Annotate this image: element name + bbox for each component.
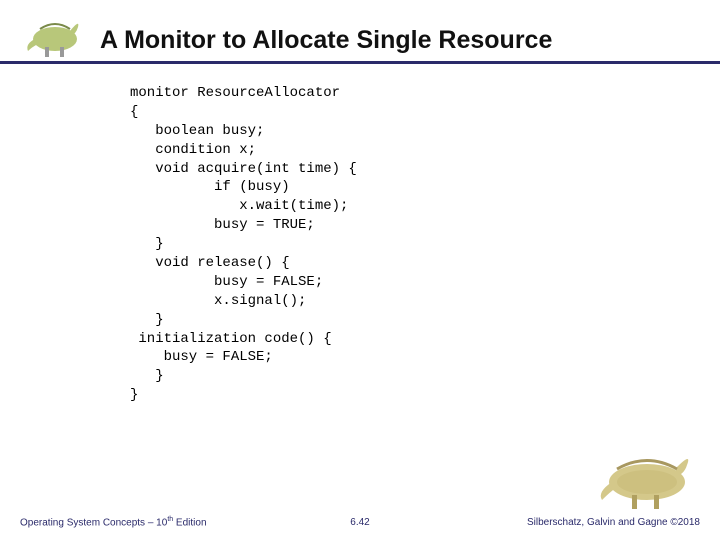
slide-title: A Monitor to Allocate Single Resource — [100, 25, 552, 61]
footer-left-text: Operating System Concepts – 10th Edition — [20, 516, 207, 528]
footer-copyright: Silberschatz, Galvin and Gagne ©2018 — [527, 517, 700, 528]
dinosaur-right-icon — [592, 437, 702, 512]
dinosaur-left-icon — [20, 9, 90, 59]
slide-content: monitor ResourceAllocator { boolean busy… — [0, 64, 720, 405]
footer-book-suffix: Edition — [173, 517, 206, 528]
slide-number: 6.42 — [350, 517, 369, 528]
code-block: monitor ResourceAllocator { boolean busy… — [130, 84, 720, 405]
slide-footer: Operating System Concepts – 10th Edition… — [0, 516, 720, 528]
slide-header: A Monitor to Allocate Single Resource — [0, 0, 720, 64]
footer-book-prefix: Operating System Concepts – 10 — [20, 517, 167, 528]
